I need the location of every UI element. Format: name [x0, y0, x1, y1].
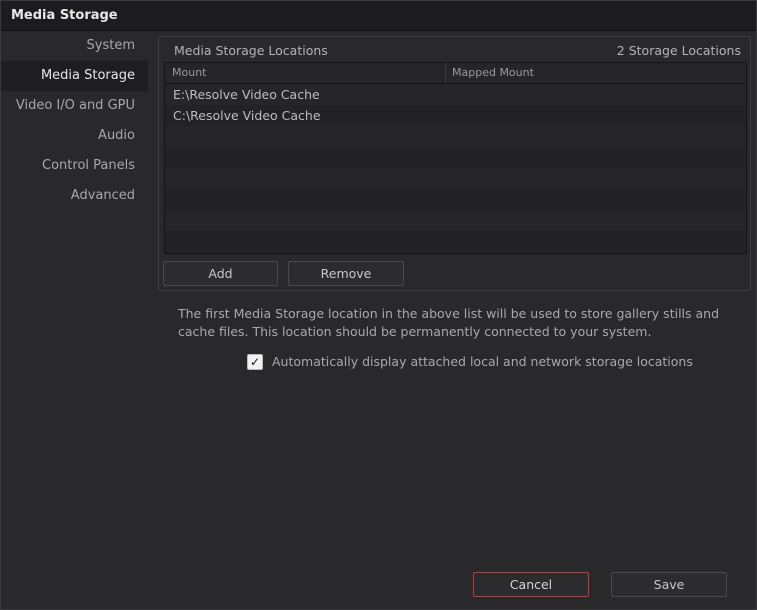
table-row-empty: [165, 126, 746, 147]
table-row-empty: [165, 210, 746, 231]
auto-display-checkbox[interactable]: ✓: [247, 354, 263, 370]
table-row-empty: [165, 147, 746, 168]
column-header-mapped-mount[interactable]: Mapped Mount: [452, 66, 534, 79]
column-divider[interactable]: [445, 63, 446, 83]
preferences-window: Media Storage System Media Storage Video…: [0, 0, 757, 610]
sidebar: System Media Storage Video I/O and GPU A…: [1, 31, 148, 211]
auto-display-label[interactable]: Automatically display attached local and…: [272, 354, 693, 369]
title-bar: Media Storage: [1, 1, 756, 31]
table-body: E:\Resolve Video Cache C:\Resolve Video …: [165, 84, 746, 252]
column-header-mount[interactable]: Mount: [172, 66, 206, 79]
table-header: Mount Mapped Mount: [165, 63, 746, 84]
storage-locations-table[interactable]: Mount Mapped Mount E:\Resolve Video Cach…: [164, 62, 747, 254]
add-button[interactable]: Add: [163, 261, 278, 286]
panel-title: Media Storage Locations: [174, 43, 328, 58]
sidebar-item-system[interactable]: System: [1, 31, 148, 61]
storage-count-label: 2 Storage Locations: [616, 43, 741, 58]
table-row[interactable]: C:\Resolve Video Cache: [165, 105, 746, 126]
save-button[interactable]: Save: [611, 572, 727, 597]
table-row-empty: [165, 168, 746, 189]
window-title: Media Storage: [11, 8, 118, 23]
media-storage-panel: Media Storage Locations 2 Storage Locati…: [158, 36, 751, 291]
check-icon: ✓: [249, 355, 261, 369]
remove-button[interactable]: Remove: [288, 261, 404, 286]
table-row[interactable]: E:\Resolve Video Cache: [165, 84, 746, 105]
sidebar-item-video-io-gpu[interactable]: Video I/O and GPU: [1, 91, 148, 121]
panel-header: Media Storage Locations 2 Storage Locati…: [159, 37, 750, 61]
cancel-button[interactable]: Cancel: [473, 572, 589, 597]
sidebar-item-control-panels[interactable]: Control Panels: [1, 151, 148, 181]
sidebar-item-media-storage[interactable]: Media Storage: [1, 61, 148, 91]
sidebar-item-audio[interactable]: Audio: [1, 121, 148, 151]
sidebar-item-advanced[interactable]: Advanced: [1, 181, 148, 211]
table-row-empty: [165, 231, 746, 252]
info-text: The first Media Storage location in the …: [178, 306, 720, 339]
table-row-empty: [165, 189, 746, 210]
